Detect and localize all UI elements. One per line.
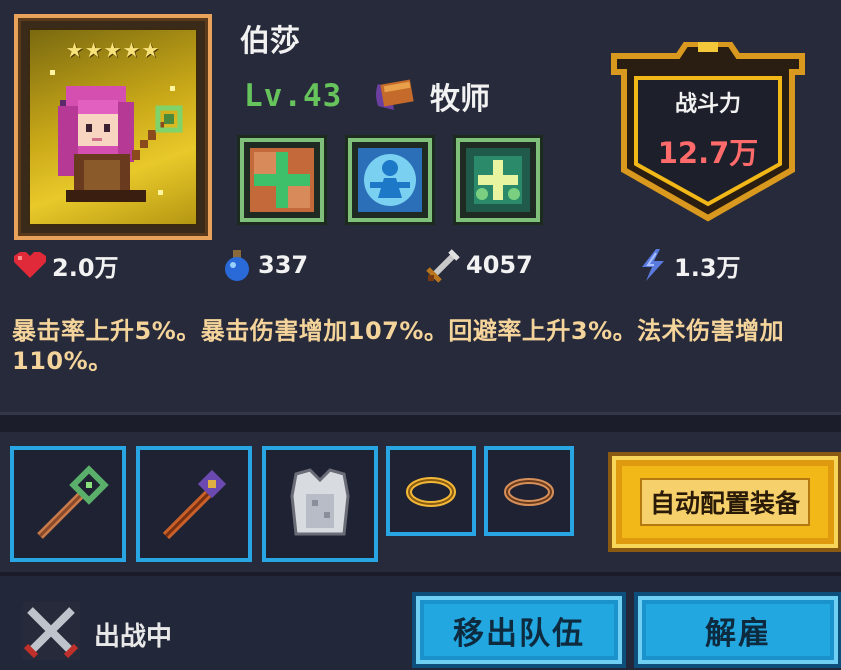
combat-power-value: 12.7万 — [657, 136, 759, 170]
green-staff-icon — [37, 465, 109, 539]
dismiss-button[interactable]: 解雇 — [634, 592, 841, 668]
hero-level: Lv.43 — [244, 78, 343, 114]
skill-slot-3[interactable] — [456, 138, 540, 222]
stat-mana-value: 337 — [258, 251, 309, 279]
crossed-swords-icon — [22, 602, 80, 660]
skill-slot-1[interactable] — [240, 138, 324, 222]
auto-equip-button[interactable]: 自动配置装备 — [608, 452, 841, 552]
sword-icon — [426, 249, 460, 283]
equip-slot-armor[interactable] — [262, 446, 378, 562]
mana-potion-icon — [225, 250, 249, 281]
priest-character-icon — [50, 70, 183, 202]
priest-book-icon — [376, 79, 414, 110]
stat-mana: 337 — [220, 248, 308, 282]
bronze-ring-icon — [504, 478, 554, 506]
speed-icon — [642, 249, 664, 281]
equip-slot-weapon-2[interactable] — [136, 446, 252, 562]
stat-speed-value: 1.3万 — [674, 253, 741, 282]
equip-slot-ring-1[interactable] — [386, 446, 476, 536]
armor-icon — [290, 468, 350, 536]
purple-staff-icon — [162, 469, 227, 540]
heal-cross-icon — [250, 148, 314, 212]
stat-attack-value: 4057 — [466, 251, 533, 279]
stat-attack: 4057 — [426, 248, 533, 283]
stat-speed: 1.3万 — [634, 248, 741, 282]
hero-portrait: ★★★★★ — [14, 14, 212, 240]
gold-ring-icon — [406, 477, 456, 507]
remove-from-team-button[interactable]: 移出队伍 — [412, 592, 626, 668]
equip-slot-weapon-1[interactable] — [10, 446, 126, 562]
hero-class: 牧师 — [430, 82, 490, 117]
hero-name: 伯莎 — [240, 24, 300, 59]
equip-slot-ring-2[interactable] — [484, 446, 574, 536]
skill-slot-2[interactable] — [348, 138, 432, 222]
stat-hp: 2.0万 — [12, 248, 119, 282]
heart-icon — [14, 252, 46, 278]
combat-power-label: 战斗力 — [674, 92, 741, 117]
stat-hp-value: 2.0万 — [52, 253, 119, 282]
group-heal-icon — [466, 148, 530, 212]
figure-aura-icon — [358, 148, 422, 212]
auto-equip-label: 自动配置装备 — [639, 478, 810, 526]
passive-description: 暴击率上升5%。暴击伤害增加107%。回避率上升3%。法术伤害增加110%。 — [12, 317, 785, 375]
deployment-status: 出战中 — [94, 622, 173, 652]
portrait-background: ★★★★★ — [28, 28, 198, 226]
